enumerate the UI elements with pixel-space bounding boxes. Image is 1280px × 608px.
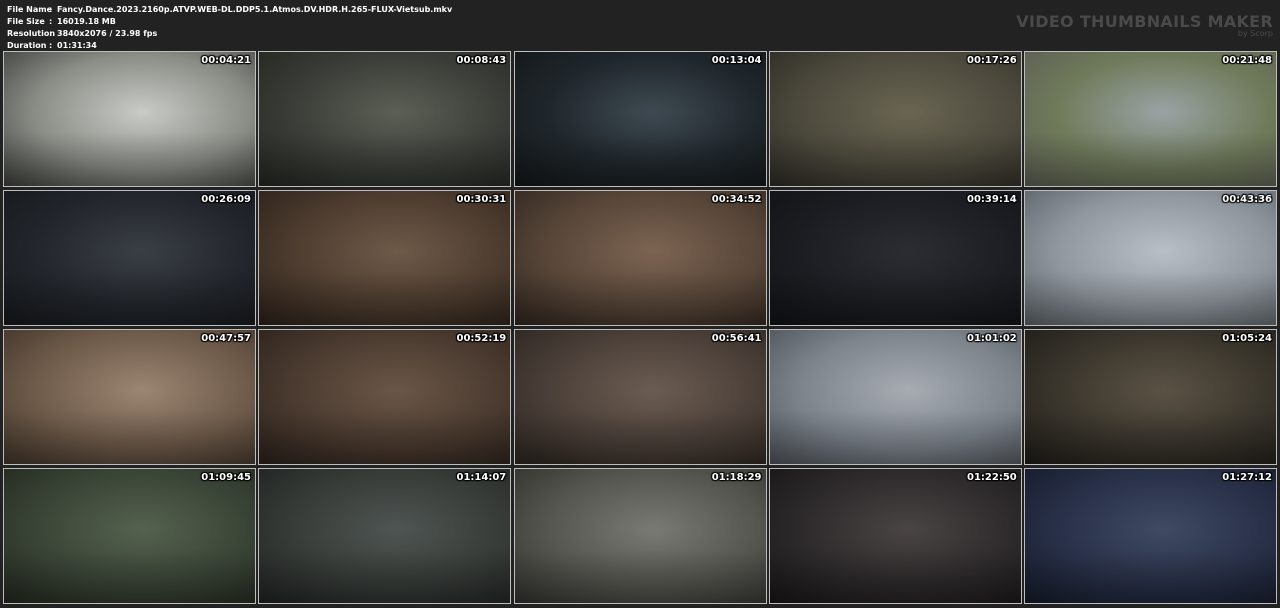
file-name-row: File Name : Fancy.Dance.2023.2160p.ATVP.… bbox=[7, 4, 452, 16]
separator: : bbox=[49, 5, 53, 14]
thumbnail-timestamp: 00:34:52 bbox=[711, 194, 762, 205]
thumbnail-timestamp: 00:13:04 bbox=[711, 55, 762, 66]
separator: : bbox=[49, 29, 53, 38]
thumbnail-timestamp: 00:43:36 bbox=[1222, 194, 1272, 205]
thumbnail[interactable]: 00:39:14 bbox=[768, 190, 1022, 326]
thumbnail[interactable]: 00:52:19 bbox=[258, 329, 512, 465]
thumbnail[interactable]: 01:14:07 bbox=[258, 468, 512, 604]
thumbnail-timestamp: 01:22:50 bbox=[967, 472, 1017, 483]
thumbnail-timestamp: 00:08:43 bbox=[456, 55, 507, 66]
thumbnail-timestamp: 00:04:21 bbox=[201, 55, 251, 66]
thumbnail[interactable]: 00:04:21 bbox=[3, 51, 256, 187]
thumbnail[interactable]: 00:17:26 bbox=[768, 51, 1022, 187]
thumbnail-timestamp: 00:52:19 bbox=[456, 333, 507, 344]
thumbnail[interactable]: 01:05:24 bbox=[1024, 329, 1277, 465]
thumbnail[interactable]: 00:56:41 bbox=[513, 329, 767, 465]
thumbnail-timestamp: 01:05:24 bbox=[1222, 333, 1272, 344]
thumbnail[interactable]: 01:18:29 bbox=[513, 468, 767, 604]
thumbnail-timestamp: 00:21:48 bbox=[1222, 55, 1272, 66]
thumbnail-timestamp: 00:47:57 bbox=[201, 333, 251, 344]
brand-subtitle: by Scorp bbox=[1237, 29, 1273, 38]
thumbnail-grid: 00:04:21 00:08:43 00:13:04 00:17:26 00:21:48… bbox=[3, 51, 1277, 605]
thumbnail[interactable]: 00:13:04 bbox=[513, 51, 767, 187]
file-name-value: Fancy.Dance.2023.2160p.ATVP.WEB-DL.DDP5.… bbox=[57, 5, 453, 14]
thumbnail-timestamp: 00:39:14 bbox=[967, 194, 1017, 205]
thumbnail[interactable]: 01:27:12 bbox=[1024, 468, 1277, 604]
resolution-label: Resolution bbox=[7, 29, 56, 38]
file-size-row: File Size : 16019.18 MB bbox=[7, 16, 452, 28]
thumbnail-timestamp: 01:09:45 bbox=[201, 472, 251, 483]
thumbnail[interactable]: 00:47:57 bbox=[3, 329, 256, 465]
thumbnail-timestamp: 01:14:07 bbox=[456, 472, 507, 483]
resolution-row: Resolution : 3840x2076 / 23.98 fps bbox=[7, 28, 452, 40]
file-name-label: File Name bbox=[7, 5, 53, 14]
thumbnail-timestamp: 00:26:09 bbox=[201, 194, 251, 205]
thumbnail-timestamp: 01:01:02 bbox=[967, 333, 1017, 344]
file-size-value: 16019.18 MB bbox=[57, 17, 116, 26]
thumbnail[interactable]: 01:01:02 bbox=[768, 329, 1022, 465]
thumbnail-timestamp: 00:30:31 bbox=[456, 194, 507, 205]
brand-watermark: VIDEO THUMBNAILS MAKER by Scorp bbox=[1016, 13, 1273, 38]
thumbnail-timestamp: 01:18:29 bbox=[711, 472, 762, 483]
resolution-value: 3840x2076 / 23.98 fps bbox=[57, 29, 158, 38]
thumbnail[interactable]: 00:08:43 bbox=[258, 51, 512, 187]
thumbnail[interactable]: 00:26:09 bbox=[3, 190, 256, 326]
thumbnail[interactable]: 00:21:48 bbox=[1024, 51, 1277, 187]
brand-title: VIDEO THUMBNAILS MAKER bbox=[1016, 12, 1273, 31]
thumbnail-timestamp: 01:27:12 bbox=[1222, 472, 1272, 483]
thumbnail[interactable]: 00:34:52 bbox=[513, 190, 767, 326]
file-size-label: File Size bbox=[7, 17, 45, 26]
thumbnail-timestamp: 00:17:26 bbox=[967, 55, 1017, 66]
file-info-panel: File Name : Fancy.Dance.2023.2160p.ATVP.… bbox=[7, 4, 452, 52]
thumbnail-timestamp: 00:56:41 bbox=[711, 333, 762, 344]
thumbnail[interactable]: 00:30:31 bbox=[258, 190, 512, 326]
thumbnail[interactable]: 01:22:50 bbox=[768, 468, 1022, 604]
thumbnail[interactable]: 00:43:36 bbox=[1024, 190, 1277, 326]
separator: : bbox=[49, 17, 53, 26]
thumbnail[interactable]: 01:09:45 bbox=[3, 468, 256, 604]
